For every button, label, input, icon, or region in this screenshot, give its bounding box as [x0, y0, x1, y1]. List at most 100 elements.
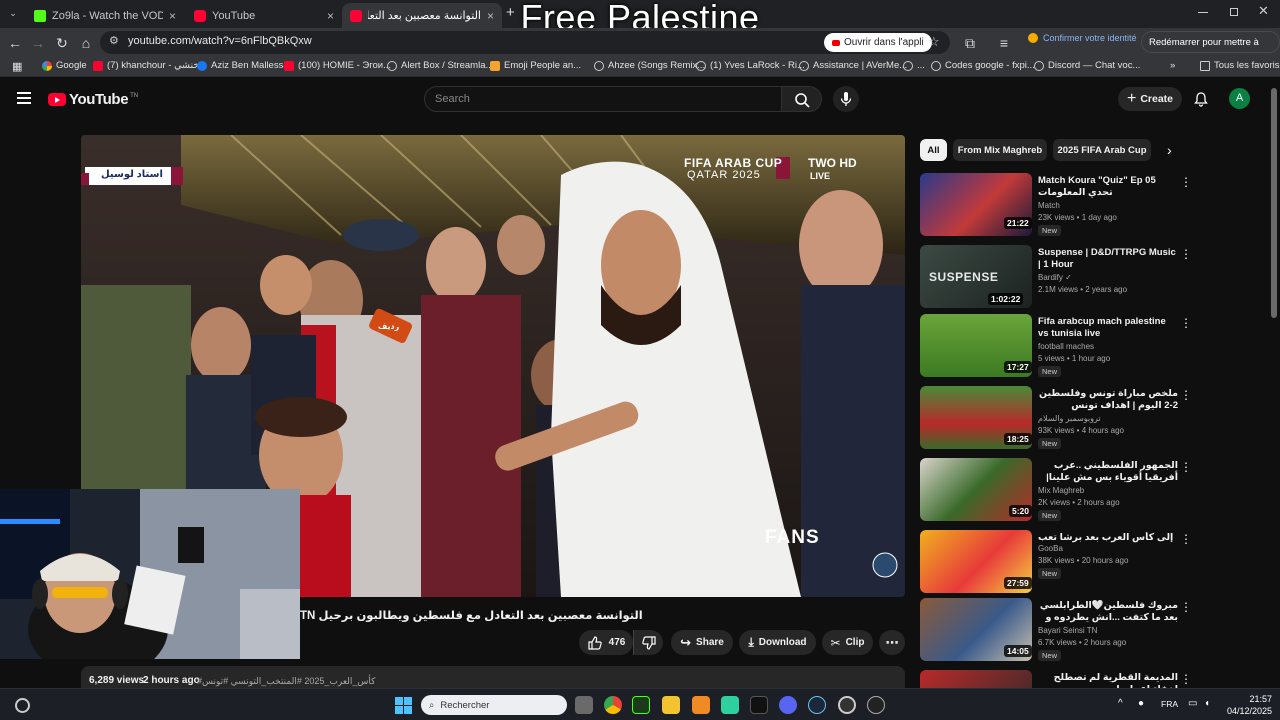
search-button[interactable] [781, 86, 822, 112]
chip-fifa-arab-cup[interactable]: 2025 FIFA Arab Cup [1053, 139, 1151, 161]
taskbar-search-input[interactable]: ⌕ Rechercher [421, 695, 567, 715]
like-button[interactable]: 476 [579, 630, 633, 655]
recommendation-item[interactable]: 5:20 الجمهور الفلسطيني ..عرب أفريقيا أقو… [920, 458, 1260, 522]
extensions-icon[interactable]: ⧉ [960, 33, 980, 53]
restart-update-button[interactable]: Redémarrer pour mettre à jour [1141, 31, 1280, 70]
open-in-app-button[interactable]: Ouvrir dans l'appli [824, 33, 932, 52]
youtube-icon [194, 9, 206, 22]
tab-kick[interactable]: Zo9la - Watch the VOD on Kick × [26, 3, 184, 28]
start-button[interactable] [395, 697, 412, 714]
chip-all[interactable]: All [920, 139, 947, 161]
hashtags[interactable]: #كأس_العرب_2025 #المنتخب_التونسي #تونس [197, 676, 375, 687]
youtube-logo[interactable]: YouTube TN [48, 91, 138, 108]
more-bookmarks-icon[interactable]: » [1170, 60, 1175, 71]
bookmark-alertbox[interactable]: Alert Box / Streamla... [387, 60, 493, 71]
tab-youtube[interactable]: YouTube × [186, 3, 342, 28]
recommendation-item[interactable]: 18:25 ملخص مباراة تونس وفلسطين 2-2 اليوم… [920, 386, 1260, 450]
bookmark-ahzee[interactable]: Ahzee (Songs Remix... [594, 60, 705, 71]
home-button[interactable]: ⌂ [76, 33, 96, 53]
bookmark-aziz[interactable]: Aziz Ben Mallessa [197, 60, 289, 71]
notifications-bell-icon[interactable] [1193, 91, 1209, 112]
recommendation-item[interactable]: 17:27 Fifa arabcup mach palestine vs tun… [920, 314, 1260, 378]
site-info-icon[interactable]: ⚙ [109, 34, 119, 47]
video-description[interactable]: 6,289 views 2 hours ago #كأس_العرب_2025 … [81, 666, 905, 688]
reading-list-icon[interactable]: ≡ [994, 33, 1014, 53]
download-button[interactable]: ⤓ Download [739, 630, 816, 655]
page-scrollbar[interactable] [1271, 88, 1277, 318]
network-icon[interactable]: ▭ [1188, 698, 1197, 709]
recommendation-item[interactable]: المديمة القطرية لم تصطلح إخفاء اعجابها ⋮ [920, 670, 1260, 688]
close-tab-icon[interactable]: × [487, 9, 494, 23]
more-vertical-icon[interactable]: ⋮ [1180, 460, 1192, 474]
chrome-icon[interactable] [604, 696, 622, 714]
chip-from-mix-maghreb[interactable]: From Mix Maghreb [953, 139, 1047, 161]
media-player-icon[interactable] [867, 696, 885, 714]
capcut-icon[interactable] [750, 696, 768, 714]
window-minimize-button[interactable] [1198, 12, 1208, 13]
obs-icon[interactable] [838, 696, 856, 714]
apps-icon[interactable]: ▦ [12, 60, 22, 73]
bookmark-avermedia[interactable]: Assistance | AVerMe... [799, 60, 907, 71]
microphone-icon[interactable]: ● [1138, 698, 1144, 709]
recommendation-item[interactable]: 14:05 مبروك فلسطين🤍الطرابلسي بعد ما كتفت… [920, 598, 1260, 662]
tab-current-video[interactable]: التوانسة معصبين بعد التعادل مع × [342, 3, 502, 28]
chevron-right-icon[interactable]: › [1167, 142, 1172, 158]
address-bar[interactable]: ⚙ youtube.com/watch?v=6nFlbQBkQxw Ouvrir… [100, 31, 950, 54]
forward-button[interactable]: → [28, 33, 48, 53]
more-vertical-icon[interactable]: ⋮ [1180, 316, 1192, 330]
recommendation-title: مبروك فلسطين🤍الطرابلسي بعد ما كتفت ...ان… [1039, 600, 1178, 623]
widgets-icon[interactable] [15, 698, 30, 713]
voice-search-button[interactable] [833, 86, 859, 112]
dislike-button[interactable] [633, 630, 663, 655]
view-count: 6,289 views [89, 675, 145, 686]
more-vertical-icon[interactable]: ⋮ [1180, 175, 1192, 189]
share-button[interactable]: ↪ Share [671, 630, 733, 655]
recommendation-item[interactable]: 21:22 Match Koura "Quiz" Ep 05 تحدي المع… [920, 173, 1260, 237]
account-avatar[interactable]: A [1229, 88, 1250, 109]
webcam-frame [0, 489, 300, 659]
bookmark-discord[interactable]: Discord — Chat voc... [1034, 60, 1140, 71]
more-vertical-icon[interactable]: ⋮ [1180, 672, 1192, 686]
close-tab-icon[interactable]: × [169, 9, 176, 23]
discord-icon[interactable] [779, 696, 797, 714]
more-vertical-icon[interactable]: ⋮ [1180, 600, 1192, 614]
bookmark-star-icon[interactable]: ☆ [928, 34, 940, 50]
task-view-icon[interactable] [575, 696, 593, 714]
bookmark-homie[interactable]: (100) HOMIE - Эгои... [284, 60, 391, 71]
new-tab-button[interactable]: + [506, 4, 515, 21]
volume-icon[interactable]: ◖ [1204, 698, 1210, 709]
globe-icon [594, 60, 604, 71]
recommendation-item[interactable]: SUSPENSE 1:02:22 Suspense | D&D/TTRPG Mu… [920, 245, 1260, 309]
tray-overflow-icon[interactable]: ^ [1118, 698, 1123, 709]
confirm-identity-button[interactable]: Confirmer votre identité [1028, 33, 1137, 43]
window-maximize-button[interactable] [1230, 8, 1238, 16]
app-green-icon[interactable] [721, 696, 739, 714]
file-explorer-icon[interactable] [662, 696, 680, 714]
bookmark-codes[interactable]: Codes google - fxpi... [931, 60, 1035, 71]
recommendation-item[interactable]: 27:59 إلى كأس العرب بعد برشا تعب GooBa 3… [920, 530, 1260, 594]
more-vertical-icon[interactable]: ⋮ [1180, 388, 1192, 402]
search-input[interactable]: Search [424, 86, 782, 112]
bookmark-khanchour[interactable]: (7) khanchour - خنشي... [93, 60, 207, 71]
vlc-icon[interactable] [692, 696, 710, 714]
steam-icon[interactable] [808, 696, 826, 714]
create-button[interactable]: + Create [1118, 87, 1182, 111]
more-vertical-icon[interactable]: ⋮ [1180, 247, 1192, 261]
input-language[interactable]: FRA [1161, 699, 1178, 709]
kick-app-icon[interactable] [632, 696, 650, 714]
bookmark-yves[interactable]: (1) Yves LaRock - Ri... [696, 60, 805, 71]
bookmark-google[interactable]: Google [42, 60, 87, 71]
menu-icon[interactable] [17, 92, 31, 104]
all-favorites-folder[interactable]: Tous les favoris [1200, 60, 1279, 71]
clip-button[interactable]: ✂ Clip [822, 630, 873, 655]
more-vertical-icon[interactable]: ⋮ [1180, 532, 1192, 546]
reload-button[interactable]: ↻ [52, 33, 72, 53]
system-clock[interactable]: 21:57 04/12/2025 [1227, 693, 1272, 717]
close-tab-icon[interactable]: × [327, 9, 334, 23]
bookmark-untitled[interactable]: ... [903, 60, 925, 71]
tab-search-button[interactable]: ⌄ [6, 6, 20, 20]
window-close-button[interactable]: ✕ [1258, 3, 1269, 19]
back-button[interactable]: ← [5, 33, 25, 53]
bookmark-emoji[interactable]: Emoji People an... [490, 60, 581, 71]
more-actions-button[interactable]: ⋯ [879, 630, 905, 655]
